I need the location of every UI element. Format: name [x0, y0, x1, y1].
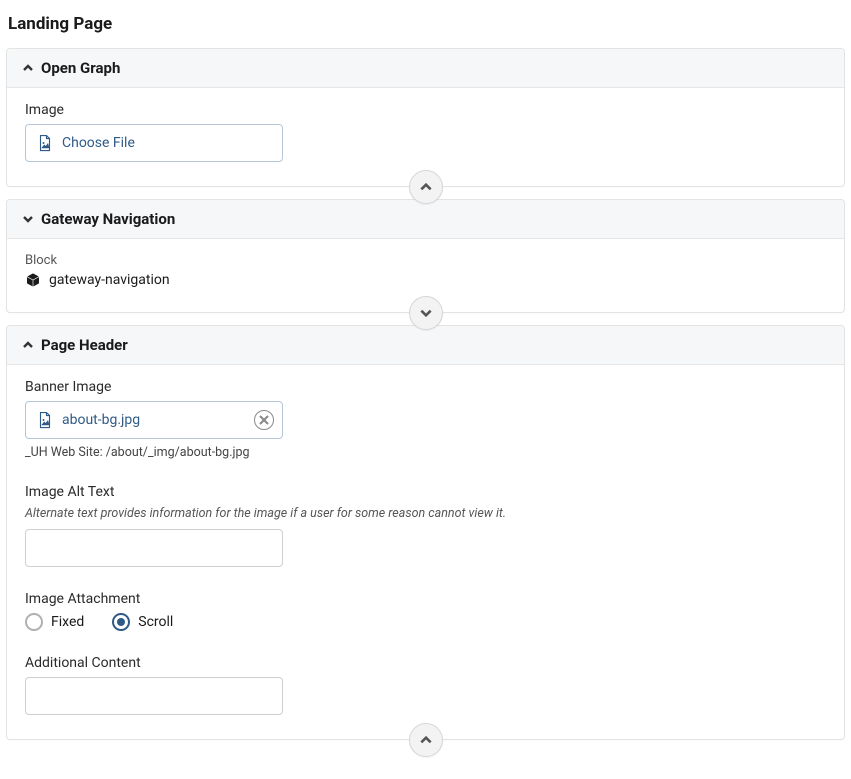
choose-file-button[interactable]: Choose File: [25, 124, 283, 162]
close-icon: [259, 415, 269, 425]
panel-header-open-graph[interactable]: Open Graph: [7, 49, 844, 88]
block-value: gateway-navigation: [49, 272, 170, 288]
banner-image-filename: about-bg.jpg: [62, 412, 140, 428]
label-additional-content: Additional Content: [25, 655, 826, 671]
chevron-up-icon: [419, 733, 433, 747]
image-file-icon: [36, 411, 54, 429]
chevron-up-icon: [21, 61, 35, 75]
alt-text-input[interactable]: [25, 529, 283, 567]
panel-header-gateway-navigation[interactable]: Gateway Navigation: [7, 200, 844, 239]
clear-file-button[interactable]: [254, 410, 274, 430]
radio-icon: [25, 613, 43, 631]
chevron-up-icon: [21, 338, 35, 352]
chevron-down-icon: [419, 306, 433, 320]
panel-open-graph: Open Graph Image Choose File: [6, 48, 845, 187]
banner-image-chip[interactable]: about-bg.jpg: [25, 401, 283, 439]
radio-scroll[interactable]: Scroll: [112, 613, 173, 631]
panel-gateway-navigation: Gateway Navigation Block gateway-navigat…: [6, 199, 845, 313]
label-banner-image: Banner Image: [25, 379, 826, 395]
block-icon: [25, 272, 41, 288]
radio-label: Scroll: [138, 614, 173, 630]
chevron-up-icon: [419, 180, 433, 194]
page-title: Landing Page: [6, 6, 845, 48]
panel-title: Open Graph: [41, 59, 120, 77]
block-value-row: gateway-navigation: [25, 272, 826, 288]
additional-content-input[interactable]: [25, 677, 283, 715]
radio-icon: [112, 613, 130, 631]
collapse-panel-button[interactable]: [409, 170, 443, 204]
chevron-down-icon: [21, 212, 35, 226]
panel-title: Page Header: [41, 336, 128, 354]
alt-text-helper: Alternate text provides information for …: [25, 506, 826, 521]
choose-file-label: Choose File: [62, 135, 135, 151]
panel-title: Gateway Navigation: [41, 210, 175, 228]
panel-page-header: Page Header Banner Image about-bg.jpg _U…: [6, 325, 845, 740]
label-og-image: Image: [25, 102, 826, 118]
label-image-attachment: Image Attachment: [25, 591, 826, 607]
image-attachment-radio-group: Fixed Scroll: [25, 613, 826, 631]
label-block: Block: [25, 253, 826, 268]
label-image-alt-text: Image Alt Text: [25, 484, 826, 500]
radio-fixed[interactable]: Fixed: [25, 613, 84, 631]
banner-image-path: _UH Web Site: /about/_img/about-bg.jpg: [25, 445, 826, 460]
image-file-icon: [36, 134, 54, 152]
panel-header-page-header[interactable]: Page Header: [7, 326, 844, 365]
collapse-panel-button[interactable]: [409, 723, 443, 757]
expand-panel-button[interactable]: [409, 296, 443, 330]
radio-label: Fixed: [51, 614, 84, 630]
